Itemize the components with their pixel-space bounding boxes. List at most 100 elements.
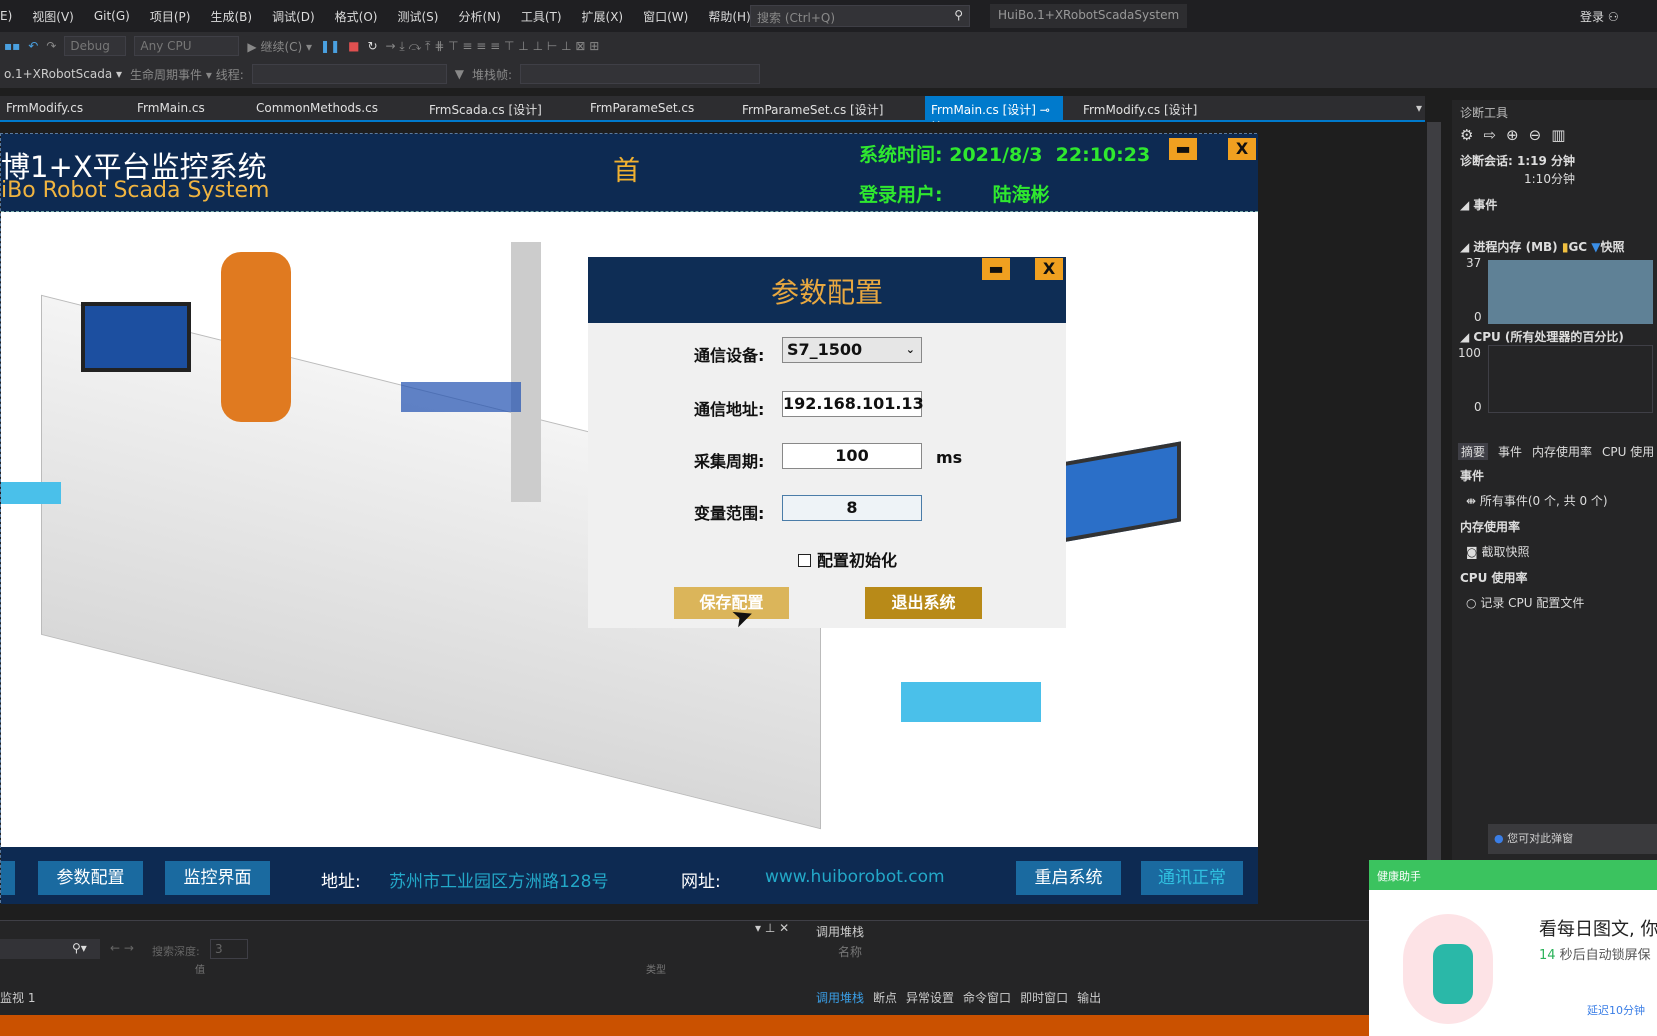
tab-breakpoints[interactable]: 断点 bbox=[873, 989, 897, 1006]
tab-frmparameset-cs[interactable]: FrmParameSet.cs bbox=[584, 96, 700, 120]
footer-button-partial[interactable] bbox=[1, 861, 15, 895]
stop-icon[interactable]: ■ bbox=[348, 39, 359, 53]
stackframe-label: 堆栈帧: bbox=[471, 67, 513, 82]
cpu-header: ◢ CPU (所有处理器的百分比) bbox=[1460, 330, 1624, 344]
menu-item-window[interactable]: 窗口(W) bbox=[643, 8, 688, 25]
all-events-link[interactable]: ⇼ 所有事件(0 个, 共 0 个) bbox=[1466, 492, 1608, 509]
tab-exceptions[interactable]: 异常设置 bbox=[906, 989, 954, 1006]
checkbox-box[interactable] bbox=[798, 554, 811, 567]
website-link[interactable]: www.huiborobot.com bbox=[765, 867, 945, 887]
restart-icon[interactable]: ↻ bbox=[367, 39, 377, 53]
menu-item-extensions[interactable]: 扩展(X) bbox=[582, 8, 624, 25]
monitor-button[interactable]: 监控界面 bbox=[165, 861, 270, 895]
menu-item-tools[interactable]: 工具(T) bbox=[521, 8, 562, 25]
record-icon: ○ bbox=[1466, 596, 1477, 610]
restart-button[interactable]: 重启系统 bbox=[1016, 861, 1121, 895]
menu-item-test[interactable]: 测试(S) bbox=[397, 8, 438, 25]
minimize-button[interactable]: ▬ bbox=[1169, 138, 1197, 160]
close-button[interactable]: X bbox=[1228, 138, 1256, 160]
tab-command[interactable]: 命令窗口 bbox=[963, 989, 1011, 1006]
home-label[interactable]: 首 bbox=[613, 149, 640, 188]
gear-icon[interactable]: ⚙ bbox=[1460, 126, 1483, 144]
tab-watch1[interactable]: 监视 1 bbox=[0, 989, 35, 1006]
tab-output[interactable]: 输出 bbox=[1077, 989, 1101, 1006]
step-icons[interactable]: → ⤓ ⤼ ⤒ ⋕ ⊤ ≡ ≡ ≡ ⊤ ⊥ ⊥ ⊢ ⊥ ⊠ ⊞ bbox=[386, 39, 600, 54]
tab-commonmethods-cs[interactable]: CommonMethods.cs bbox=[250, 96, 384, 120]
search-icon[interactable]: ⚲▾ bbox=[72, 941, 87, 955]
toolbar-standard: ▪▪ ↶ ↷ Debug Any CPU ▶ 继续(C) ▾ ❚❚ ■ ↻ → … bbox=[0, 32, 1657, 60]
menu-item[interactable]: E) bbox=[0, 9, 12, 23]
panel-controls[interactable]: ▾ ⊥ ✕ bbox=[755, 921, 789, 935]
panel-title: 诊断工具 bbox=[1460, 106, 1509, 120]
platform-select[interactable]: Any CPU bbox=[134, 36, 240, 56]
tab-cpu[interactable]: CPU 使用 bbox=[1602, 443, 1654, 460]
comm-status: 通讯正常 bbox=[1141, 861, 1243, 895]
period-unit: ms bbox=[936, 448, 963, 467]
login-button[interactable]: 登录 ⚇ bbox=[1580, 8, 1619, 25]
tab-overflow-icon[interactable]: ▾ bbox=[1410, 96, 1428, 120]
chart-icon[interactable]: ▥ bbox=[1551, 126, 1575, 144]
tip-text: 您可对此弹窗 bbox=[1507, 832, 1574, 845]
init-checkbox[interactable]: 配置初始化 bbox=[798, 547, 897, 571]
search-input[interactable]: 搜索 (Ctrl+Q) ⚲ bbox=[750, 5, 970, 27]
export-icon[interactable]: ⇨ bbox=[1483, 126, 1506, 144]
memory-label: 进程内存 (MB) bbox=[1473, 240, 1558, 254]
dialog-close-button[interactable]: X bbox=[1035, 258, 1063, 280]
undo-icon[interactable]: ↶ bbox=[28, 39, 38, 53]
app-subtitle: iBo Robot Scada System bbox=[1, 178, 270, 203]
tab-frmmain-cs[interactable]: FrmMain.cs bbox=[131, 96, 211, 120]
menu-item-git[interactable]: Git(G) bbox=[94, 9, 130, 23]
device-select[interactable]: S7_1500 ⌄ bbox=[782, 337, 922, 363]
period-input[interactable]: 100 bbox=[782, 443, 922, 469]
zoom-in-icon[interactable]: ⊕ bbox=[1506, 126, 1529, 144]
search-depth-select[interactable]: 3 bbox=[210, 939, 248, 959]
tab-events[interactable]: 事件 bbox=[1498, 443, 1522, 460]
menu-item-build[interactable]: 生成(B) bbox=[210, 8, 252, 25]
save-icon[interactable]: ▪▪ bbox=[4, 39, 20, 53]
range-input[interactable]: 8 bbox=[782, 495, 922, 521]
config-select[interactable]: Debug bbox=[64, 36, 127, 56]
tab-frmmodify-design[interactable]: FrmModify.cs [设计] bbox=[1077, 96, 1203, 120]
zoom-out-icon[interactable]: ⊖ bbox=[1529, 126, 1552, 144]
tab-immediate[interactable]: 即时窗口 bbox=[1020, 989, 1068, 1006]
tab-summary[interactable]: 摘要 bbox=[1458, 443, 1489, 460]
tab-frmmodify-cs[interactable]: FrmModify.cs bbox=[0, 96, 89, 120]
menu-item-analyze[interactable]: 分析(N) bbox=[458, 8, 500, 25]
menu-item-project[interactable]: 项目(P) bbox=[150, 8, 191, 25]
tab-frmparameset-design[interactable]: FrmParameSet.cs [设计] bbox=[736, 96, 889, 120]
tab-memory[interactable]: 内存使用率 bbox=[1532, 443, 1592, 460]
document-tabs: FrmModify.cs FrmMain.cs CommonMethods.cs… bbox=[0, 96, 1428, 132]
pause-icon[interactable]: ❚❚ bbox=[320, 39, 340, 53]
project-select[interactable]: o.1+XRobotScada ▾ bbox=[4, 67, 122, 81]
tab-frmscada-design[interactable]: FrmScada.cs [设计] bbox=[423, 96, 548, 120]
menu-item-help[interactable]: 帮助(H) bbox=[708, 8, 750, 25]
range-label: 变量范围: bbox=[694, 504, 765, 523]
pin-icon[interactable]: ⊸ bbox=[1040, 103, 1050, 117]
filter-icon[interactable]: ▼ bbox=[455, 67, 464, 81]
column-type: 类型 bbox=[646, 965, 666, 976]
thread-select[interactable] bbox=[251, 64, 447, 84]
redo-icon[interactable]: ↷ bbox=[46, 39, 56, 53]
vertical-scrollbar[interactable] bbox=[1427, 122, 1441, 862]
callstack-title: 调用堆栈 bbox=[816, 925, 865, 939]
menu-item-debug[interactable]: 调试(D) bbox=[272, 8, 315, 25]
memory-max: 37 bbox=[1466, 256, 1482, 270]
tab-frmmain-design[interactable]: FrmMain.cs [设计] ⊸ ✕ bbox=[925, 96, 1063, 132]
tab-callstack[interactable]: 调用堆栈 bbox=[816, 989, 864, 1006]
menu-item-format[interactable]: 格式(O) bbox=[335, 8, 378, 25]
record-cpu-button[interactable]: ○ 记录 CPU 配置文件 bbox=[1466, 594, 1584, 611]
menu-item-view[interactable]: 视图(V) bbox=[32, 8, 74, 25]
stackframe-select[interactable] bbox=[520, 64, 761, 84]
nav-arrows[interactable]: ← → bbox=[110, 941, 134, 955]
tab-label: FrmMain.cs [设计] bbox=[931, 103, 1036, 117]
continue-button[interactable]: ▶ 继续(C) ▾ bbox=[247, 38, 312, 55]
address-input[interactable]: 192.168.101.13 bbox=[782, 391, 924, 417]
delay-button[interactable]: 延迟10分钟 bbox=[1587, 1002, 1645, 1018]
device-value: S7_1500 bbox=[787, 340, 863, 359]
time-label: 系统时间: bbox=[859, 144, 943, 166]
exit-system-button[interactable]: 退出系统 bbox=[865, 587, 982, 619]
dialog-minimize-button[interactable]: ▬ bbox=[982, 258, 1010, 280]
snapshot-label: 快照 bbox=[1600, 240, 1625, 254]
take-snapshot-button[interactable]: ◙ 截取快照 bbox=[1466, 543, 1530, 560]
param-config-button[interactable]: 参数配置 bbox=[38, 861, 143, 895]
